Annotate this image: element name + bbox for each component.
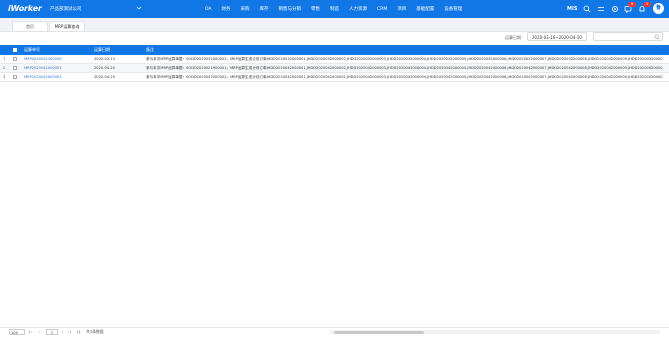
prev-page-button[interactable]: ‹ [39, 329, 41, 335]
menu-icon[interactable] [597, 5, 605, 13]
mrp-number-link[interactable]: MRP2020042000001 [24, 64, 88, 72]
message-badge: 9 [628, 2, 636, 7]
search-icon[interactable] [583, 5, 591, 13]
nav-item[interactable]: 零售 [311, 6, 320, 12]
header-note[interactable]: 备注 [146, 45, 154, 55]
record-count: 共3条数据 [86, 329, 104, 334]
mis-link[interactable]: MIS [567, 6, 577, 12]
tab-mrp-query[interactable]: MRP运算查询 [49, 21, 85, 32]
nav-item[interactable]: 人力资源 [349, 6, 367, 12]
app-logo[interactable]: iWorker [8, 4, 42, 13]
nav-item[interactable]: CRM [377, 7, 387, 12]
scrollbar-thumb[interactable] [334, 330, 424, 334]
next-page-button[interactable]: › [62, 329, 64, 335]
row-number: 2 [3, 66, 6, 70]
run-date: 2020-04-20 [94, 66, 115, 70]
page-number-input[interactable]: 1 [46, 329, 58, 335]
row-number: 1 [3, 57, 6, 61]
company-selector[interactable]: 产品部测试公司 [50, 6, 82, 12]
page-size-select[interactable]: 100 [9, 329, 25, 335]
nav-item[interactable]: 制造 [330, 6, 339, 12]
remark: 参与本次MRP运算单据：SODD2020032000002；MRP运算生成计划订… [146, 57, 663, 61]
first-page-button[interactable]: |‹ [29, 329, 32, 335]
notification-badge: 9 [643, 2, 651, 7]
tab-home[interactable]: 首页 [12, 21, 48, 32]
mrp-number-link[interactable]: MRP2020042000003 [24, 73, 88, 81]
tab-bar: 首页 MRP运算查询 [0, 18, 669, 32]
nav-item[interactable]: 销售与分销 [279, 6, 302, 12]
nav-item[interactable]: 财务 [222, 6, 231, 12]
chevron-down-icon[interactable] [136, 5, 142, 11]
nav-item[interactable]: 设备管理 [444, 6, 462, 12]
search-input[interactable] [593, 32, 663, 41]
header-no[interactable]: 运算单号 [24, 45, 40, 55]
row-number: 3 [3, 75, 6, 79]
date-range-input[interactable]: 2020-03-16~2020-04-10 [527, 32, 587, 41]
nav-item[interactable]: OA [205, 7, 212, 12]
avatar[interactable]: 鲁 [653, 3, 664, 14]
remark: 参与本次MRP运算单据：SODD2020042000002；MRP运算生成计划订… [146, 75, 663, 79]
row-checkbox[interactable] [13, 75, 17, 79]
nav-item[interactable]: 库存 [260, 6, 269, 12]
row-checkbox[interactable] [13, 57, 17, 61]
horizontal-scrollbar[interactable] [330, 330, 660, 334]
date-filter-label: 运算日期 [505, 35, 521, 40]
remark: 参与本次MRP运算单据：SODD2020021900001；MRP运算生成计划订… [146, 66, 663, 70]
table-row[interactable]: 1 MRP2020031300006 2020-03-13 参与本次MRP运算单据：S… [0, 55, 669, 64]
select-all-checkbox[interactable] [13, 48, 17, 52]
top-navbar: iWorker 产品部测试公司 OA 财务 采购 库存 销售与分销 零售 制造 人力资源 CRM… [0, 0, 669, 18]
table-row[interactable]: 2 MRP2020042000001 2020-04-20 参与本次MRP运算单据：S… [0, 64, 669, 73]
main-nav: OA 财务 采购 库存 销售与分销 零售 制造 人力资源 CRM 项目 基础配置 设备管理 [205, 0, 472, 18]
mrp-number-link[interactable]: MRP2020031300006 [24, 55, 88, 63]
gear-icon[interactable] [611, 5, 619, 13]
header-date[interactable]: 运算日期 [94, 45, 110, 55]
page-total: /1 [77, 329, 81, 334]
nav-item[interactable]: 项目 [397, 6, 406, 12]
row-checkbox[interactable] [13, 66, 17, 70]
last-page-button[interactable]: ›| [68, 329, 71, 335]
nav-item[interactable]: 采购 [241, 6, 250, 12]
run-date: 2020-03-13 [94, 57, 115, 61]
table-row[interactable]: 3 MRP2020042000003 2020-04-20 参与本次MRP运算单据：S… [0, 73, 669, 82]
run-date: 2020-04-20 [94, 75, 115, 79]
table-header: 运算单号 运算日期 备注 [0, 45, 669, 55]
search-icon[interactable] [654, 34, 660, 40]
nav-item[interactable]: 基础配置 [416, 6, 434, 12]
